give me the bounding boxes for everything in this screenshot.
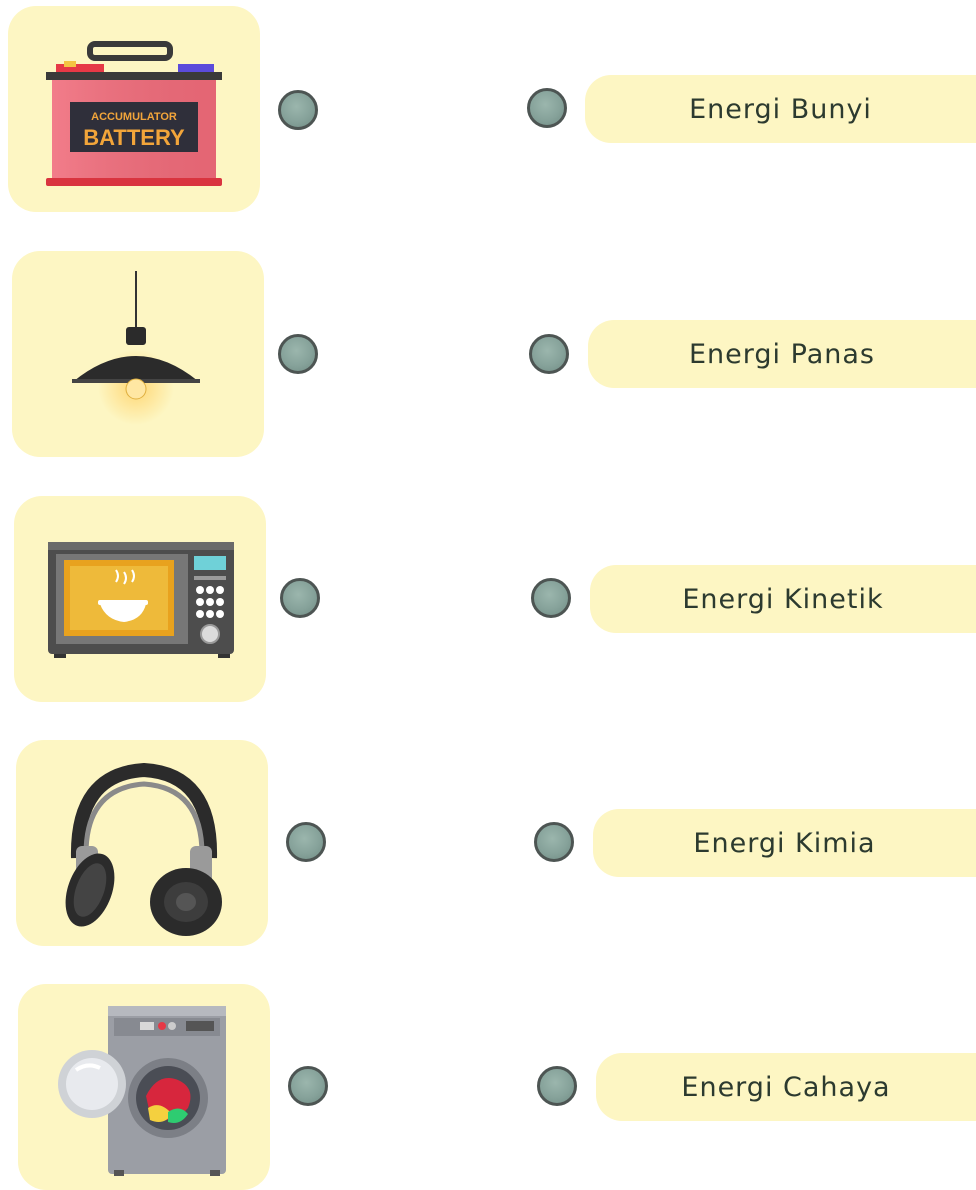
item-dot-5[interactable] bbox=[288, 1066, 328, 1106]
battery-label-bottom: BATTERY bbox=[83, 125, 185, 150]
item-dot-1[interactable] bbox=[278, 90, 318, 130]
answer-label-energi-kinetik: Energi Kinetik bbox=[590, 565, 976, 633]
lamp-icon bbox=[72, 271, 200, 425]
answer-text: Energi Cahaya bbox=[681, 1071, 891, 1103]
answer-dot-4[interactable] bbox=[534, 822, 574, 862]
answer-dot-1[interactable] bbox=[527, 88, 567, 128]
item-dot-4[interactable] bbox=[286, 822, 326, 862]
answer-dot-2[interactable] bbox=[529, 334, 569, 374]
item-card-headphones bbox=[16, 740, 268, 946]
answer-dot-5[interactable] bbox=[537, 1066, 577, 1106]
answer-label-energi-panas: Energi Panas bbox=[588, 320, 976, 388]
item-card-washing-machine bbox=[18, 984, 270, 1190]
answer-text: Energi Bunyi bbox=[689, 93, 872, 125]
washing-machine-icon bbox=[58, 1006, 226, 1176]
battery-icon: ACCUMULATOR BATTERY bbox=[46, 41, 222, 186]
item-card-microwave bbox=[14, 496, 266, 702]
battery-label-top: ACCUMULATOR bbox=[91, 111, 177, 123]
answer-label-energi-kimia: Energi Kimia bbox=[593, 809, 976, 877]
headphones-icon bbox=[65, 762, 222, 936]
item-card-lamp bbox=[12, 251, 264, 457]
microwave-icon bbox=[48, 542, 234, 658]
answer-text: Energi Kimia bbox=[693, 827, 876, 859]
answer-label-energi-bunyi: Energi Bunyi bbox=[585, 75, 976, 143]
item-card-battery: ACCUMULATOR BATTERY bbox=[8, 6, 260, 212]
answer-text: Energi Panas bbox=[689, 338, 875, 370]
item-dot-3[interactable] bbox=[280, 578, 320, 618]
answer-dot-3[interactable] bbox=[531, 578, 571, 618]
answer-text: Energi Kinetik bbox=[682, 583, 884, 615]
item-dot-2[interactable] bbox=[278, 334, 318, 374]
answer-label-energi-cahaya: Energi Cahaya bbox=[596, 1053, 976, 1121]
